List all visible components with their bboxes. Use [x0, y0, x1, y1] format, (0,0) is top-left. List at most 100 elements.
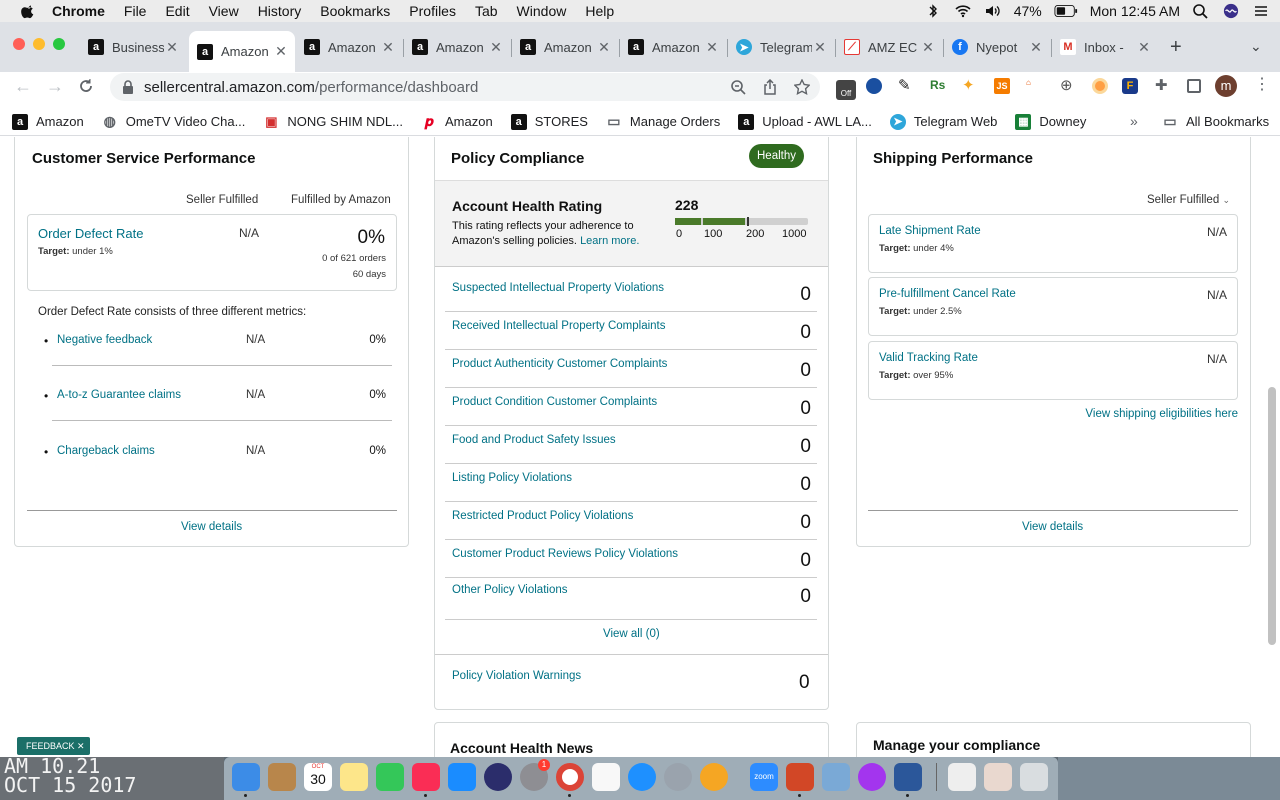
policy-row[interactable]: Food and Product Safety Issues 0: [445, 426, 817, 464]
forward-button[interactable]: →: [46, 76, 64, 97]
calendar-icon[interactable]: OCT 30: [304, 763, 332, 791]
bookmark-telegram-web[interactable]: ➤ Telegram Web: [889, 113, 997, 130]
close-icon[interactable]: ✕: [704, 39, 720, 56]
side-panel-icon[interactable]: [1187, 79, 1201, 93]
back-button[interactable]: ←: [14, 76, 32, 97]
extension-orange-circle-icon[interactable]: [1092, 78, 1108, 94]
bookmark-nong-shim[interactable]: ▣ NONG SHIM NDL...: [263, 114, 403, 130]
policy-row[interactable]: Suspected Intellectual Property Violatio…: [445, 274, 817, 312]
bookmark-ometv[interactable]: ◍ OmeTV Video Cha...: [102, 113, 246, 130]
image-thumbnail-icon[interactable]: [984, 763, 1012, 791]
reminders-icon[interactable]: [592, 763, 620, 791]
volume-icon[interactable]: [984, 3, 1002, 19]
menu-bookmarks[interactable]: Bookmarks: [320, 3, 390, 19]
menu-view[interactable]: View: [209, 3, 239, 19]
shipping-metric-link[interactable]: Late Shipment Rate: [879, 225, 981, 237]
music-icon[interactable]: [412, 763, 440, 791]
tab-business[interactable]: a Business ✕: [80, 33, 186, 61]
tab-amz-ec[interactable]: ⟋ AMZ EC ✕: [836, 33, 942, 61]
trash-icon[interactable]: [1020, 763, 1048, 791]
tab-search-chevron-icon[interactable]: ⌄: [1250, 38, 1262, 55]
policy-violation-warnings-link[interactable]: Policy Violation Warnings: [452, 670, 581, 682]
tab-telegram[interactable]: ➤ Telegram ✕: [728, 33, 834, 61]
window-zoom-button[interactable]: [53, 38, 65, 50]
bookmarks-overflow-button[interactable]: »: [1130, 113, 1138, 129]
policy-row-label[interactable]: Suspected Intellectual Property Violatio…: [452, 282, 664, 294]
siri-icon[interactable]: [1222, 3, 1240, 19]
policy-row-label[interactable]: Listing Policy Violations: [452, 472, 572, 484]
bookmark-amazon-2[interactable]: 𝒑 Amazon: [421, 113, 493, 130]
close-icon[interactable]: ✕: [164, 39, 180, 56]
chrome-icon[interactable]: [556, 763, 584, 791]
lock-icon[interactable]: [122, 80, 134, 94]
close-icon[interactable]: ✕: [488, 39, 504, 56]
extension-off-orange-icon[interactable]: ⌂: [1026, 78, 1046, 98]
bookmark-downey[interactable]: ▦ Downey: [1015, 113, 1086, 130]
reload-icon[interactable]: [78, 78, 94, 94]
tab-amazon[interactable]: a Amazon ✕: [620, 33, 726, 61]
powerpoint-icon[interactable]: [786, 763, 814, 791]
menu-profiles[interactable]: Profiles: [409, 3, 456, 19]
extension-js-icon[interactable]: JS: [994, 78, 1010, 94]
page-scrollbar[interactable]: [1268, 387, 1276, 645]
bookmark-stores[interactable]: a STORES: [510, 113, 588, 130]
chargeback-link[interactable]: Chargeback claims: [57, 445, 155, 457]
window-close-button[interactable]: [13, 38, 25, 50]
extension-rs-icon[interactable]: Rs: [930, 78, 945, 92]
tab-gmail[interactable]: M Inbox - ✕: [1052, 33, 1158, 61]
extension-f-icon[interactable]: F: [1122, 78, 1138, 94]
feedback-button[interactable]: FEEDBACK ✕: [17, 737, 90, 755]
extensions-puzzle-icon[interactable]: ✚: [1155, 76, 1168, 94]
extension-scout-icon[interactable]: ✦: [962, 76, 975, 94]
policy-row-label[interactable]: Product Condition Customer Complaints: [452, 396, 657, 408]
extension-blue-icon[interactable]: [866, 78, 882, 94]
policy-row-label[interactable]: Food and Product Safety Issues: [452, 434, 616, 446]
address-bar[interactable]: sellercentral.amazon.com/performance/das…: [110, 73, 820, 101]
tab-amazon[interactable]: a Amazon ✕: [404, 33, 510, 61]
control-center-icon[interactable]: [1252, 3, 1270, 19]
profile-avatar[interactable]: m: [1215, 75, 1237, 97]
menu-tab[interactable]: Tab: [475, 3, 498, 19]
facetime-icon[interactable]: [376, 763, 404, 791]
shipping-filter-dropdown[interactable]: Seller Fulfilled ⌄: [1147, 194, 1230, 206]
menu-help[interactable]: Help: [585, 3, 614, 19]
bookmark-manage-orders[interactable]: ▭ Manage Orders: [606, 113, 720, 130]
tab-facebook[interactable]: f Nyepot ✕: [944, 33, 1050, 61]
all-bookmarks-button[interactable]: ▭ All Bookmarks: [1162, 113, 1269, 129]
spotlight-search-icon[interactable]: [1192, 3, 1210, 19]
close-icon[interactable]: ✕: [812, 39, 828, 56]
messenger-icon[interactable]: [858, 763, 886, 791]
policy-row[interactable]: Product Authenticity Customer Complaints…: [445, 350, 817, 388]
tab-amazon-active[interactable]: a Amazon ✕: [189, 31, 295, 72]
policy-row[interactable]: Received Intellectual Property Complaint…: [445, 312, 817, 350]
siri-dock-icon[interactable]: [484, 763, 512, 791]
shipping-eligibilities-link[interactable]: View shipping eligibilities here: [1085, 408, 1238, 420]
policy-view-all-link[interactable]: View all (0): [603, 628, 660, 640]
menubar-clock[interactable]: Mon 12:45 AM: [1090, 3, 1180, 19]
word-icon[interactable]: [894, 763, 922, 791]
app-store-icon[interactable]: [448, 763, 476, 791]
extension-off-icon[interactable]: Off: [836, 80, 856, 100]
notes-folder-icon[interactable]: [268, 763, 296, 791]
notes-icon[interactable]: [340, 763, 368, 791]
menu-history[interactable]: History: [258, 3, 302, 19]
close-icon[interactable]: ✕: [1136, 39, 1152, 56]
extension-link-icon[interactable]: ⊕: [1060, 76, 1073, 94]
policy-row[interactable]: Other Policy Violations 0: [445, 578, 817, 620]
finder-icon[interactable]: [232, 763, 260, 791]
tab-amazon[interactable]: a Amazon ✕: [296, 33, 402, 61]
preview-icon[interactable]: [822, 763, 850, 791]
zoom-icon[interactable]: [730, 79, 746, 95]
policy-row[interactable]: Listing Policy Violations 0: [445, 464, 817, 502]
policy-row[interactable]: Product Condition Customer Complaints 0: [445, 388, 817, 426]
close-icon[interactable]: ✕: [77, 741, 85, 751]
window-minimize-button[interactable]: [33, 38, 45, 50]
menu-window[interactable]: Window: [517, 3, 567, 19]
wifi-icon[interactable]: [954, 3, 972, 19]
close-icon[interactable]: ✕: [273, 43, 289, 60]
close-icon[interactable]: ✕: [596, 39, 612, 56]
policy-row-label[interactable]: Received Intellectual Property Complaint…: [452, 320, 666, 332]
share-icon[interactable]: [762, 79, 778, 95]
chrome-menu-icon[interactable]: ⋮: [1254, 74, 1270, 94]
bookmark-star-icon[interactable]: [794, 79, 810, 95]
